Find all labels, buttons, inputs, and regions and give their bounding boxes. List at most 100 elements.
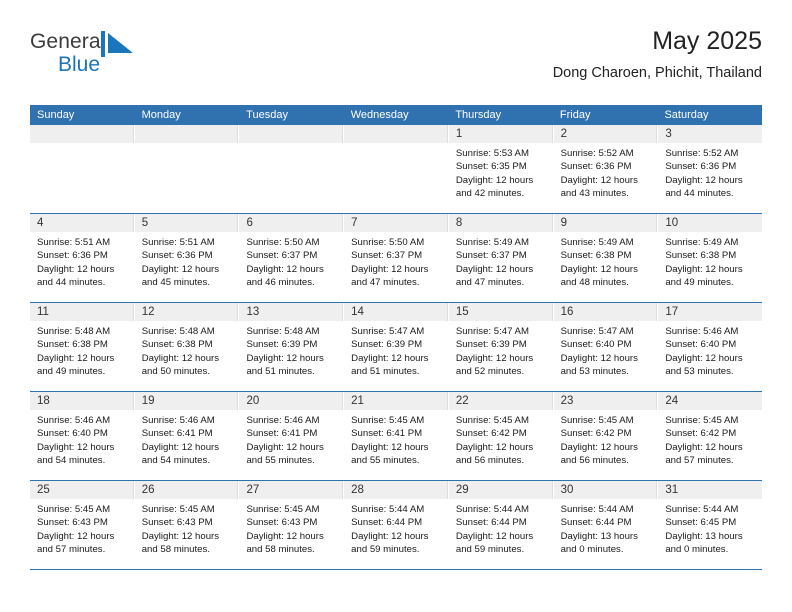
calendar-day-cell[interactable]: 13 Sunrise: 5:48 AM Sunset: 6:39 PM Dayligh…: [239, 303, 345, 391]
day-number: 16: [560, 306, 574, 318]
calendar-week-row: 4 Sunrise: 5:51 AM Sunset: 6:36 PM Daylight…: [30, 214, 763, 303]
day-detail-line: Sunrise: 5:45 AM: [246, 504, 320, 515]
calendar-day-cell[interactable]: 31 Sunrise: 5:44 AM Sunset: 6:45 PM Dayligh…: [658, 481, 763, 569]
day-detail-line: Daylight: 12 hours: [455, 441, 534, 453]
calendar-day-cell[interactable]: 4 Sunrise: 5:51 AM Sunset: 6:36 PM Daylight…: [30, 214, 135, 302]
calendar-day-cell[interactable]: 27 Sunrise: 5:45 AM Sunset: 6:43 PM Dayligh…: [239, 481, 345, 569]
calendar-day-cell[interactable]: 9 Sunrise: 5:49 AM Sunset: 6:38 PM Daylight…: [553, 214, 659, 302]
day-detail-line: Sunrise: 5:49 AM: [560, 237, 634, 248]
day-detail-line: and 55 minutes.: [351, 455, 420, 467]
day-number: 10: [665, 217, 679, 229]
day-number-strip: 4: [30, 214, 134, 232]
day-detail-line: Sunrise: 5:47 AM: [560, 326, 634, 337]
day-detail-line: Daylight: 12 hours: [141, 263, 220, 275]
day-number-strip: 8: [448, 214, 553, 232]
calendar-day-cell[interactable]: 15 Sunrise: 5:47 AM Sunset: 6:39 PM Dayligh…: [448, 303, 554, 391]
day-detail-line: and 54 minutes.: [141, 455, 210, 467]
day-detail-line: Sunrise: 5:51 AM: [37, 237, 111, 248]
calendar-day-cell[interactable]: 26 Sunrise: 5:45 AM Sunset: 6:43 PM Dayligh…: [134, 481, 240, 569]
calendar-day-cell[interactable]: 6 Sunrise: 5:50 AM Sunset: 6:37 PM Daylight…: [239, 214, 345, 302]
day-details: Sunrise: 5:49 AM Sunset: 6:37 PM Daylight:…: [449, 232, 553, 290]
day-detail-line: Daylight: 12 hours: [665, 174, 743, 186]
calendar-day-cell[interactable]: 24 Sunrise: 5:45 AM Sunset: 6:42 PM Dayligh…: [658, 392, 763, 480]
day-details: Sunrise: 5:45 AM Sunset: 6:42 PM Daylight:…: [658, 410, 762, 468]
day-number: 25: [37, 484, 50, 496]
weekday-header-tuesday: Tuesday: [246, 109, 288, 121]
day-details: Sunrise: 5:47 AM Sunset: 6:40 PM Daylight:…: [554, 321, 658, 379]
day-detail-line: Sunset: 6:43 PM: [141, 517, 213, 529]
calendar-day-cell[interactable]: 25 Sunrise: 5:45 AM Sunset: 6:43 PM Dayligh…: [30, 481, 135, 569]
day-details: Sunrise: 5:45 AM Sunset: 6:43 PM Daylight:…: [239, 499, 343, 557]
calendar-day-cell[interactable]: 11 Sunrise: 5:48 AM Sunset: 6:38 PM Dayligh…: [30, 303, 135, 391]
day-detail-line: Daylight: 12 hours: [560, 441, 638, 453]
day-detail-line: Sunrise: 5:44 AM: [455, 504, 529, 515]
calendar-week-row: 1 Sunrise: 5:53 AM Sunset: 6:35 PM Daylight…: [30, 125, 763, 214]
day-detail-line: Sunrise: 5:51 AM: [141, 237, 215, 248]
calendar-weeks: 1 Sunrise: 5:53 AM Sunset: 6:35 PM Daylight…: [30, 125, 763, 570]
day-number-strip: 15: [448, 303, 553, 321]
calendar-day-cell[interactable]: 21 Sunrise: 5:45 AM Sunset: 6:41 PM Dayligh…: [344, 392, 449, 480]
day-detail-line: Sunrise: 5:45 AM: [37, 504, 111, 515]
calendar-page: General Blue May 2025 Dong Charoen, Phic…: [0, 0, 792, 612]
calendar-day-cell[interactable]: 14 Sunrise: 5:47 AM Sunset: 6:39 PM Dayligh…: [344, 303, 449, 391]
day-detail-line: Sunset: 6:38 PM: [560, 250, 632, 262]
day-number-strip: 20: [239, 392, 344, 410]
day-details: [30, 143, 134, 147]
calendar-day-cell-empty: [30, 125, 135, 213]
day-detail-line: Sunset: 6:37 PM: [455, 250, 527, 262]
calendar-day-cell[interactable]: 16 Sunrise: 5:47 AM Sunset: 6:40 PM Dayligh…: [553, 303, 659, 391]
day-detail-line: Sunrise: 5:48 AM: [246, 326, 320, 337]
day-detail-line: and 53 minutes.: [560, 366, 629, 378]
day-number-strip: 13: [239, 303, 344, 321]
calendar-day-cell[interactable]: 28 Sunrise: 5:44 AM Sunset: 6:44 PM Dayligh…: [344, 481, 449, 569]
day-details: Sunrise: 5:46 AM Sunset: 6:40 PM Daylight:…: [30, 410, 134, 468]
calendar-day-cell[interactable]: 10 Sunrise: 5:49 AM Sunset: 6:38 PM Dayligh…: [658, 214, 763, 302]
calendar-day-cell[interactable]: 12 Sunrise: 5:48 AM Sunset: 6:38 PM Dayligh…: [134, 303, 240, 391]
calendar-day-cell[interactable]: 22 Sunrise: 5:45 AM Sunset: 6:42 PM Dayligh…: [448, 392, 554, 480]
calendar-day-cell[interactable]: 5 Sunrise: 5:51 AM Sunset: 6:36 PM Daylight…: [134, 214, 240, 302]
calendar-day-cell[interactable]: 23 Sunrise: 5:45 AM Sunset: 6:42 PM Dayligh…: [553, 392, 659, 480]
triangle-logo-icon: [101, 31, 135, 57]
day-detail-line: and 59 minutes.: [455, 544, 525, 556]
calendar-day-cell[interactable]: 20 Sunrise: 5:46 AM Sunset: 6:41 PM Dayligh…: [239, 392, 345, 480]
day-number-strip: 9: [553, 214, 658, 232]
day-detail-line: Sunset: 6:39 PM: [455, 339, 527, 351]
day-detail-line: Sunrise: 5:46 AM: [37, 415, 111, 426]
calendar-day-cell[interactable]: 17 Sunrise: 5:46 AM Sunset: 6:40 PM Dayligh…: [658, 303, 763, 391]
calendar-day-cell[interactable]: 1 Sunrise: 5:53 AM Sunset: 6:35 PM Daylight…: [448, 125, 554, 213]
calendar-day-cell[interactable]: 19 Sunrise: 5:46 AM Sunset: 6:41 PM Dayligh…: [134, 392, 240, 480]
day-details: Sunrise: 5:49 AM Sunset: 6:38 PM Daylight:…: [658, 232, 762, 290]
calendar-day-cell-empty: [239, 125, 345, 213]
day-detail-line: Daylight: 13 hours: [665, 530, 743, 542]
day-detail-line: and 56 minutes.: [455, 455, 525, 467]
calendar-day-cell[interactable]: 18 Sunrise: 5:46 AM Sunset: 6:40 PM Dayligh…: [30, 392, 135, 480]
day-detail-line: and 48 minutes.: [560, 277, 629, 289]
day-number: 30: [560, 484, 574, 496]
calendar-day-cell[interactable]: 3 Sunrise: 5:52 AM Sunset: 6:36 PM Daylight…: [658, 125, 763, 213]
calendar-day-cell[interactable]: 29 Sunrise: 5:44 AM Sunset: 6:44 PM Dayligh…: [448, 481, 554, 569]
day-number-strip: 2: [553, 125, 658, 143]
day-detail-line: Sunset: 6:39 PM: [351, 339, 423, 351]
day-details: Sunrise: 5:50 AM Sunset: 6:37 PM Daylight:…: [239, 232, 343, 290]
day-detail-line: and 56 minutes.: [560, 455, 629, 467]
weekday-header-thursday: Thursday: [455, 109, 502, 121]
day-number: 7: [351, 217, 358, 229]
day-number: 26: [141, 484, 155, 496]
weekday-header-friday: Friday: [559, 109, 591, 121]
day-detail-line: Sunset: 6:37 PM: [246, 250, 318, 262]
calendar-day-cell[interactable]: 7 Sunrise: 5:50 AM Sunset: 6:37 PM Daylight…: [344, 214, 449, 302]
day-detail-line: Daylight: 12 hours: [455, 530, 534, 542]
day-detail-line: Sunrise: 5:49 AM: [665, 237, 739, 248]
day-number: 2: [560, 128, 567, 140]
calendar-day-cell[interactable]: 8 Sunrise: 5:49 AM Sunset: 6:37 PM Daylight…: [448, 214, 554, 302]
day-detail-line: Sunset: 6:43 PM: [37, 517, 108, 529]
day-detail-line: and 42 minutes.: [455, 188, 525, 200]
calendar-day-cell[interactable]: 30 Sunrise: 5:44 AM Sunset: 6:44 PM Dayligh…: [553, 481, 659, 569]
day-number: 1: [455, 128, 463, 140]
calendar-day-cell[interactable]: 2 Sunrise: 5:52 AM Sunset: 6:36 PM Daylight…: [553, 125, 659, 213]
brand-logo[interactable]: General Blue: [30, 30, 210, 86]
day-detail-line: Sunrise: 5:45 AM: [141, 504, 215, 515]
day-detail-line: and 55 minutes.: [246, 455, 315, 467]
day-detail-line: Daylight: 12 hours: [246, 530, 324, 542]
day-number-strip: 3: [658, 125, 763, 143]
